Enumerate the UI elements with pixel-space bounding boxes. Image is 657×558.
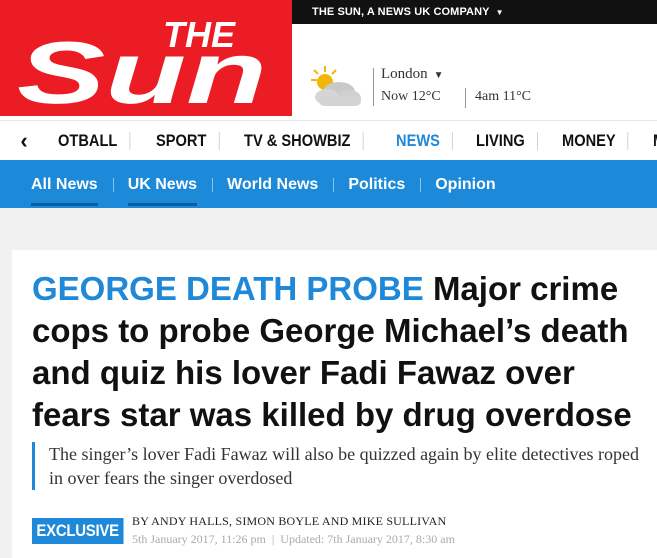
nav-item-sport[interactable]: SPORT xyxy=(144,132,220,150)
the-sun-logo[interactable]: THE Sun xyxy=(0,0,292,116)
date-separator: | xyxy=(271,532,275,546)
weather-divider xyxy=(373,68,374,106)
nav-item-motors[interactable]: MOTORS xyxy=(641,132,657,150)
article-card: GEORGE DEATH PROBE Major crime cops to p… xyxy=(12,250,657,558)
article-dates: 5th January 2017, 11:26 pm | Updated: 7th … xyxy=(132,532,455,547)
nav-item-news[interactable]: NEWS xyxy=(384,132,454,150)
logo-main-text: Sun xyxy=(17,23,267,113)
weather-divider xyxy=(465,88,466,108)
section-nav-items: OTBALL SPORT TV & SHOWBIZ NEWS LIVING MONEY MO… xyxy=(46,121,657,161)
news-subnav: All News UK News World News Politics Opinion xyxy=(0,160,657,208)
updated-date: Updated: 7th January 2017, 8:30 am xyxy=(280,532,455,546)
location-label: London xyxy=(381,66,428,82)
weather-info: London ▼ Now 12°C 4am 11°C xyxy=(373,64,581,108)
author-byline[interactable]: BY ANDY HALLS, SIMON BOYLE AND MIKE SULL… xyxy=(132,514,446,529)
company-dropdown[interactable]: THE SUN, A NEWS UK COMPANY ▼ xyxy=(292,0,657,24)
exclusive-badge: EXCLUSIVE xyxy=(32,518,124,544)
headline-kicker: GEORGE DEATH PROBE xyxy=(32,270,424,307)
chevron-down-icon: ▼ xyxy=(433,70,444,81)
nav-item-living[interactable]: LIVING xyxy=(464,132,538,150)
subnav-item-opinion[interactable]: Opinion xyxy=(420,160,510,208)
article-headline[interactable]: GEORGE DEATH PROBE Major crime cops to p… xyxy=(32,268,647,436)
subnav-items: All News UK News World News Politics Opinion xyxy=(16,160,511,208)
subnav-item-uk-news[interactable]: UK News xyxy=(112,160,212,208)
site-header: THE Sun THE SUN, A NEWS UK COMPANY ▼ Lon… xyxy=(0,0,657,120)
nav-item-tv-showbiz[interactable]: TV & SHOWBIZ xyxy=(232,132,363,150)
chevron-left-icon[interactable]: ‹ xyxy=(0,121,48,161)
weather-location[interactable]: London ▼ xyxy=(381,66,444,83)
subnav-item-all-news[interactable]: All News xyxy=(16,160,113,208)
subnav-item-politics[interactable]: Politics xyxy=(333,160,420,208)
section-nav: OTBALL SPORT TV & SHOWBIZ NEWS LIVING MONEY MO… xyxy=(0,120,657,161)
logo-wordmark: THE Sun xyxy=(17,14,267,113)
byline-block: EXCLUSIVE BY ANDY HALLS, SIMON BOYLE AND… xyxy=(32,512,652,552)
nav-item-otball[interactable]: OTBALL xyxy=(46,132,131,150)
subnav-item-world-news[interactable]: World News xyxy=(212,160,333,208)
published-date: 5th January 2017, 11:26 pm xyxy=(132,532,266,546)
chevron-down-icon: ▼ xyxy=(495,7,504,17)
article-standfirst: The singer’s lover Fadi Fawaz will also … xyxy=(32,442,649,490)
weather-now: Now 12°C xyxy=(381,89,441,104)
company-label: THE SUN, A NEWS UK COMPANY xyxy=(312,6,490,18)
partly-cloudy-icon xyxy=(311,66,361,106)
weather-later: 4am 11°C xyxy=(475,89,532,104)
nav-item-money[interactable]: MONEY xyxy=(550,132,629,150)
